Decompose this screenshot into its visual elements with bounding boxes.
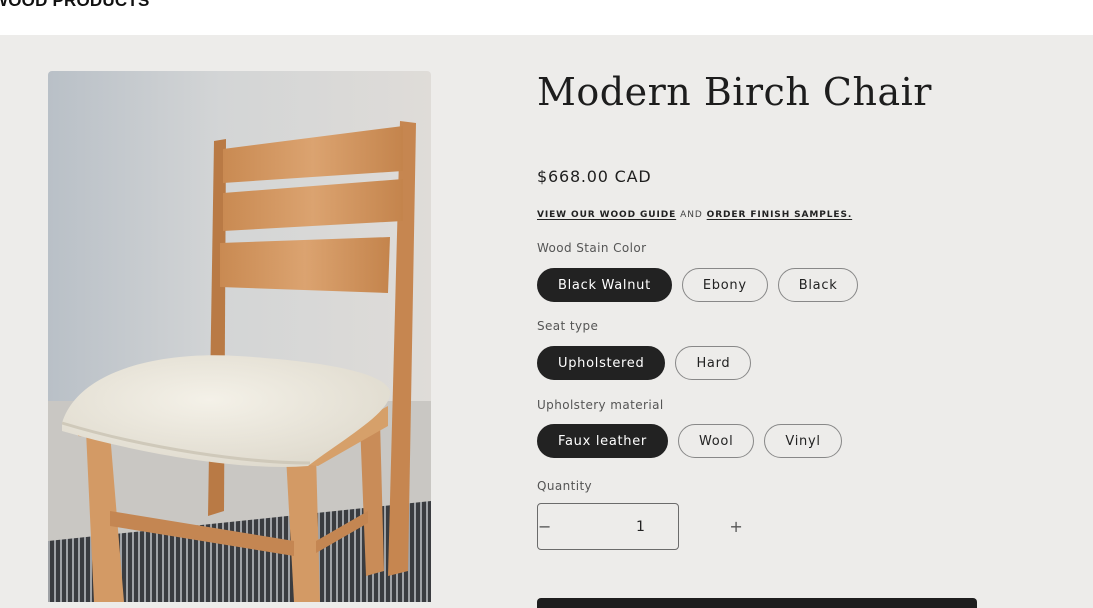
stain-option-black[interactable]: Black [777,268,859,302]
finish-samples-link[interactable]: ORDER FINISH SAMPLES. [707,210,852,220]
product-image[interactable] [48,71,431,602]
quantity-increase-button[interactable]: + [729,504,742,549]
quantity-label: Quantity [537,479,593,493]
upholstery-options: Faux leather Wool Vinyl [537,424,842,458]
wood-guide-links: VIEW OUR WOOD GUIDE AND ORDER FINISH SAMPL… [537,210,852,220]
product-price: $668.00 CAD [537,167,652,186]
product-title: Modern Birch Chair [537,70,932,114]
site-header: WOOD PRODUCTS [0,0,1093,35]
brand-logo[interactable]: WOOD PRODUCTS [0,0,149,11]
and-text: AND [680,210,703,220]
upholstery-label: Upholstery material [537,398,664,412]
wood-guide-link[interactable]: VIEW OUR WOOD GUIDE [537,210,676,220]
add-to-cart-button[interactable] [537,598,977,608]
quantity-decrease-button[interactable]: − [538,504,551,549]
seat-type-options: Upholstered Hard [537,346,752,380]
seat-type-label: Seat type [537,319,599,333]
upholstery-option-wool[interactable]: Wool [677,424,755,458]
quantity-stepper: − + [537,503,743,550]
quantity-input[interactable] [551,517,730,536]
seat-option-hard[interactable]: Hard [675,346,752,380]
stain-option-ebony[interactable]: Ebony [681,268,768,302]
chair-photo [48,71,431,602]
seat-option-upholstered[interactable]: Upholstered [537,346,666,380]
stain-label: Wood Stain Color [537,241,647,255]
stain-option-black-walnut[interactable]: Black Walnut [537,268,672,302]
upholstery-option-vinyl[interactable]: Vinyl [764,424,842,458]
stain-options: Black Walnut Ebony Black [537,268,859,302]
upholstery-option-faux-leather[interactable]: Faux leather [537,424,668,458]
